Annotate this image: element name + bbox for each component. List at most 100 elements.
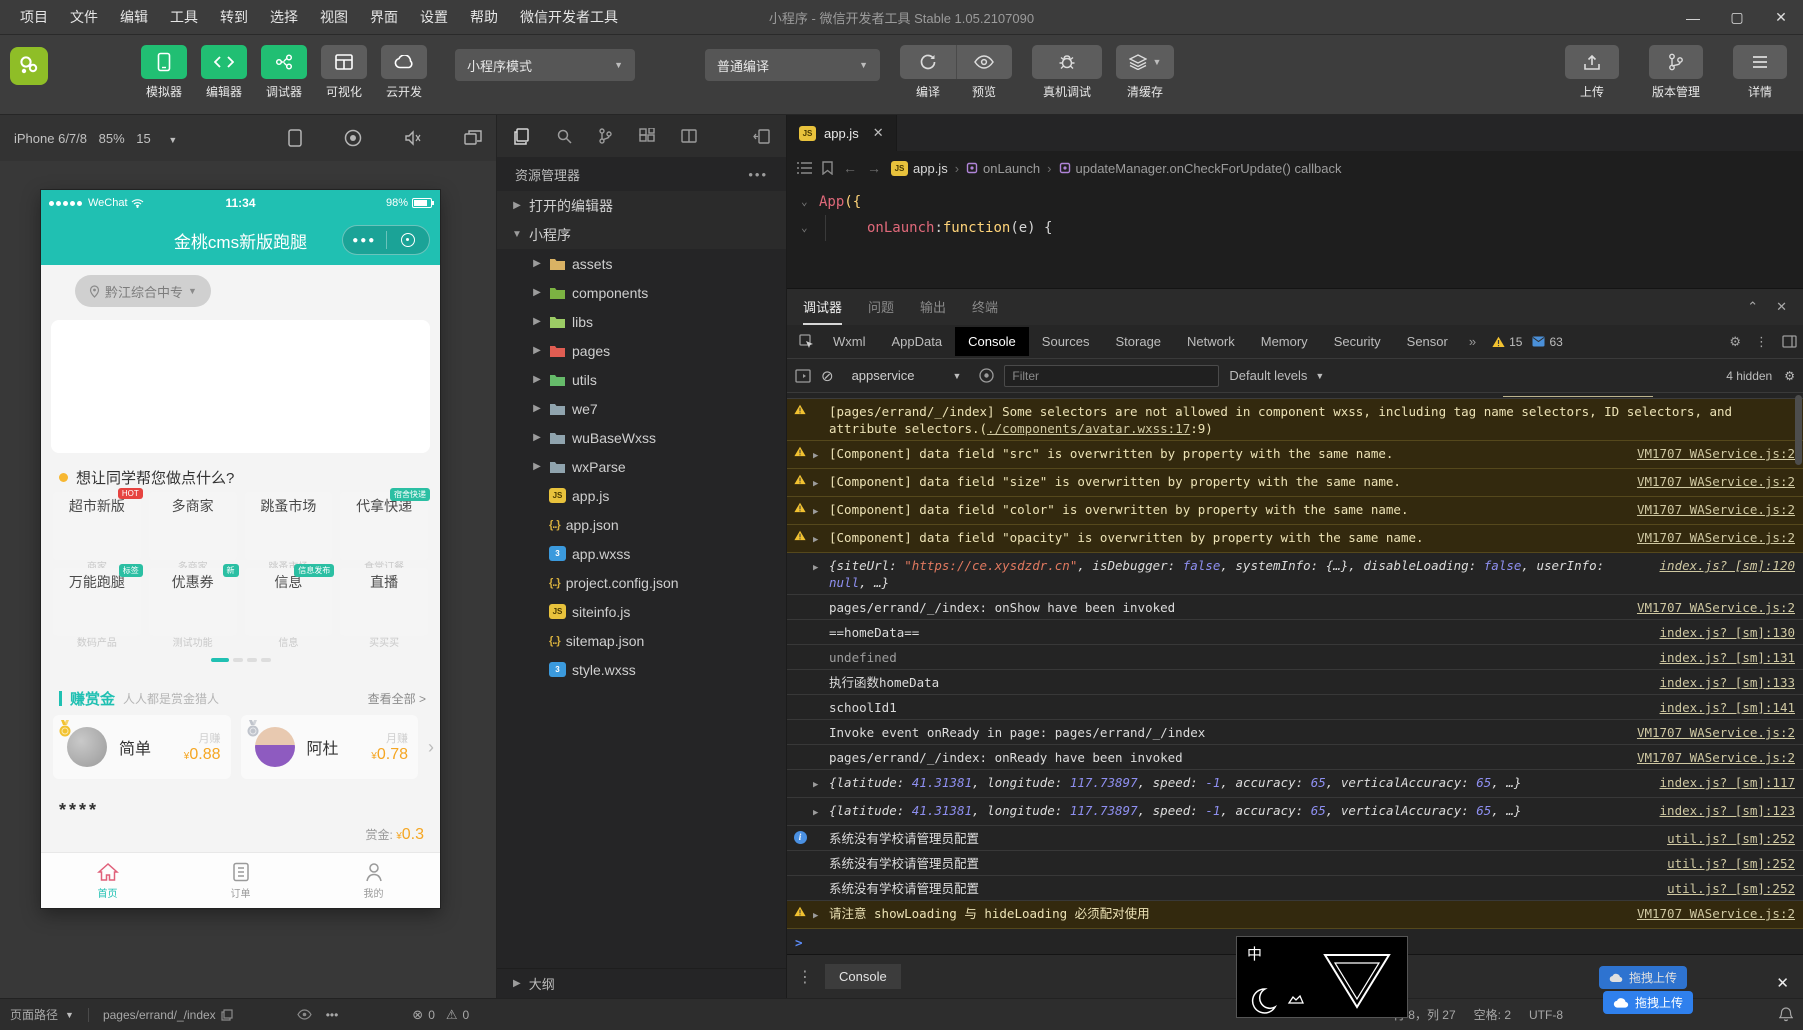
service-信息[interactable]: 信息 信息发布 信息: [244, 564, 335, 649]
devtools-tab-Console[interactable]: Console: [955, 327, 1029, 356]
drawer-console-tab[interactable]: Console: [825, 964, 901, 989]
tab-app-js[interactable]: JS app.js ✕: [787, 115, 897, 151]
tree-item-pages[interactable]: ▶ pages: [497, 336, 786, 365]
expand-arrow-icon[interactable]: ▶: [813, 805, 823, 822]
drawer-more-icon[interactable]: ⋮: [797, 967, 813, 987]
console-settings-gear-icon[interactable]: ⚙: [1784, 369, 1795, 383]
devtools-logo-icon[interactable]: [10, 47, 48, 85]
版本管理-button[interactable]: [1649, 45, 1703, 79]
menu-item-项目[interactable]: 项目: [10, 3, 58, 31]
page-path-value[interactable]: pages/errand/_/index: [103, 1008, 233, 1022]
device-select[interactable]: iPhone 6/7/8 85% 15 ▼: [14, 131, 177, 146]
详情-button[interactable]: [1733, 45, 1787, 79]
expand-arrow-icon[interactable]: ▶: [813, 908, 823, 925]
breadcrumb-segment[interactable]: updateManager.onCheckForUpdate() callbac…: [1059, 161, 1341, 176]
devtools-tab-Security[interactable]: Security: [1321, 327, 1394, 356]
warning-count-badge[interactable]: 15: [1492, 335, 1522, 349]
调试器-button[interactable]: [261, 45, 307, 79]
next-arrow-icon[interactable]: ›: [428, 737, 434, 758]
service-超市新版[interactable]: 超市新版HOT商家: [53, 488, 143, 573]
上传-button[interactable]: [1565, 45, 1619, 79]
tree-item-components[interactable]: ▶ components: [497, 278, 786, 307]
phone-tab-我的[interactable]: 我的: [307, 853, 440, 908]
drag-upload-button[interactable]: 拖拽上传: [1602, 991, 1693, 1014]
devtools-tab-Memory[interactable]: Memory: [1248, 327, 1321, 356]
bookmark-icon[interactable]: [822, 161, 833, 175]
rotate-device-icon[interactable]: [288, 129, 302, 147]
expand-arrow-icon[interactable]: ▶: [813, 560, 823, 577]
tree-item-style.wxss[interactable]: 3 style.wxss: [497, 655, 786, 684]
tree-item-libs[interactable]: ▶ libs: [497, 307, 786, 336]
预览-button[interactable]: [955, 45, 1013, 79]
indentation-setting[interactable]: 空格: 2: [1474, 1006, 1511, 1023]
capsule-home-icon[interactable]: [387, 233, 430, 247]
breadcrumb-segment[interactable]: onLaunch: [966, 161, 1040, 176]
编辑器-button[interactable]: [201, 45, 247, 79]
source-link[interactable]: index.js? [sm]:120: [1660, 557, 1795, 574]
source-link[interactable]: VM1707 WAService.js:2: [1637, 501, 1795, 518]
service-优惠券[interactable]: 优惠券新测试功能: [148, 564, 239, 649]
真机调试-button[interactable]: [1032, 45, 1102, 79]
devtools-tab-Sources[interactable]: Sources: [1029, 327, 1103, 356]
tree-item-utils[interactable]: ▶ utils: [497, 365, 786, 394]
service-多商家[interactable]: 多商家多商家: [148, 492, 237, 573]
page-path-select[interactable]: 页面路径 ▼: [10, 1006, 74, 1023]
encoding-setting[interactable]: UTF-8: [1529, 1008, 1563, 1022]
compile-mode-select[interactable]: 普通编译 ▼: [705, 49, 880, 81]
tree-item-wxParse[interactable]: ▶ wxParse: [497, 452, 786, 481]
tree-item-打开的编辑器[interactable]: ▶ 打开的编辑器: [497, 191, 786, 220]
drag-upload-button-small[interactable]: 拖拽上传: [1598, 966, 1687, 989]
mute-icon[interactable]: [404, 130, 422, 146]
split-editor-icon[interactable]: [681, 129, 697, 143]
fold-arrow-icon[interactable]: ⌄: [801, 215, 819, 241]
message-count-badge[interactable]: 63: [1532, 335, 1563, 349]
reward-card[interactable]: 简单 月赚 ¥0.88: [53, 715, 231, 779]
menu-item-工具[interactable]: 工具: [160, 3, 208, 31]
debugger-tab-调试器[interactable]: 调试器: [803, 289, 843, 325]
source-link[interactable]: util.js? [sm]:252: [1667, 855, 1795, 872]
devtools-tab-Storage[interactable]: Storage: [1103, 327, 1175, 356]
close-panel-icon[interactable]: ✕: [1776, 299, 1787, 315]
source-link[interactable]: index.js? [sm]:131: [1660, 649, 1795, 666]
outline-list-icon[interactable]: [797, 162, 812, 174]
copy-icon[interactable]: [221, 1008, 233, 1021]
source-link[interactable]: index.js? [sm]:133: [1660, 674, 1795, 691]
more-vertical-icon[interactable]: ⋮: [1755, 334, 1768, 350]
minimize-button[interactable]: —: [1671, 0, 1715, 35]
tab-overflow-icon[interactable]: »: [1461, 334, 1484, 349]
view-all-link[interactable]: 查看全部 >: [368, 690, 426, 707]
capsule-menu[interactable]: ●●●: [342, 225, 430, 255]
notifications-bell-icon[interactable]: [1779, 1007, 1793, 1022]
debugger-tab-输出[interactable]: 输出: [920, 289, 946, 325]
tree-item-wuBaseWxss[interactable]: ▶ wuBaseWxss: [497, 423, 786, 452]
console-scrollbar[interactable]: [1795, 395, 1802, 465]
status-more-icon[interactable]: •••: [326, 1008, 339, 1022]
settings-gear-icon[interactable]: ⚙: [1729, 334, 1741, 350]
reward-card[interactable]: 阿杜 月赚 ¥0.78: [240, 715, 418, 779]
collapse-panel-icon[interactable]: [753, 128, 770, 144]
search-icon[interactable]: [556, 128, 572, 144]
expand-arrow-icon[interactable]: ▶: [813, 532, 823, 549]
code-editor[interactable]: ⌄ App({⌄ onLaunch: function (e) {: [787, 185, 1803, 288]
close-tab-icon[interactable]: ✕: [873, 125, 884, 141]
phone-tab-首页[interactable]: 首页: [41, 853, 174, 908]
debugger-tab-终端[interactable]: 终端: [972, 289, 998, 325]
inspect-element-icon[interactable]: [799, 334, 814, 349]
devtools-tab-Network[interactable]: Network: [1174, 327, 1248, 356]
tree-item-app.js[interactable]: JS app.js: [497, 481, 786, 510]
menu-item-选择[interactable]: 选择: [260, 3, 308, 31]
service-跳蚤市场[interactable]: 跳蚤市场跳蚤市场: [244, 492, 333, 573]
mode-select[interactable]: 小程序模式 ▼: [455, 49, 635, 81]
live-expression-eye-icon[interactable]: [979, 368, 995, 383]
outline-section[interactable]: ▶ 大纲: [497, 968, 786, 998]
menu-item-文件[interactable]: 文件: [60, 3, 108, 31]
log-levels-select[interactable]: Default levels ▼: [1229, 368, 1324, 383]
devtools-tab-Sensor[interactable]: Sensor: [1394, 327, 1461, 356]
source-control-icon[interactable]: [598, 128, 613, 144]
source-link[interactable]: VM1707 WAService.js:2: [1637, 905, 1795, 922]
tree-item-siteinfo.js[interactable]: JS siteinfo.js: [497, 597, 786, 626]
service-万能跑腿[interactable]: 万能跑腿 标签 数码产品: [53, 564, 143, 649]
expand-arrow-icon[interactable]: ▶: [813, 476, 823, 493]
collapse-panel-icon[interactable]: ⌃: [1747, 299, 1758, 315]
console-sidebar-icon[interactable]: [795, 368, 811, 383]
